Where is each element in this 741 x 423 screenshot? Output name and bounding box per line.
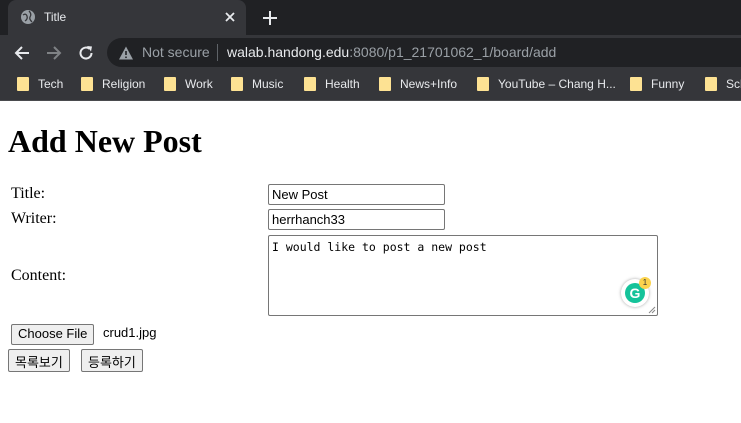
new-tab-icon[interactable] xyxy=(261,9,279,27)
folder-icon xyxy=(304,77,316,91)
resize-handle-icon[interactable] xyxy=(648,306,656,314)
not-secure-label[interactable]: Not secure xyxy=(142,44,210,60)
bookmark-sch[interactable]: Sch xyxy=(705,77,741,91)
bookmark-music[interactable]: Music xyxy=(231,77,283,91)
title-label: Title: xyxy=(11,185,46,202)
bookmarks-bar: Tech Religion Work Music Health News+Inf… xyxy=(0,69,741,101)
back-arrow-icon[interactable] xyxy=(13,44,31,62)
url-host: walab.handong.edu xyxy=(227,44,350,60)
reload-icon[interactable] xyxy=(77,44,95,62)
writer-input[interactable]: herrhanch33 xyxy=(268,209,445,230)
bookmark-health[interactable]: Health xyxy=(304,77,360,91)
bookmark-youtube[interactable]: YouTube – Chang H... xyxy=(477,77,616,91)
bookmark-label: Music xyxy=(252,77,284,91)
address-bar[interactable]: Not secure walab.handong.edu:8080/p1_217… xyxy=(107,38,741,67)
folder-icon xyxy=(477,77,489,91)
bookmark-label: Funny xyxy=(651,77,685,91)
folder-icon xyxy=(17,77,29,91)
browser-tab[interactable]: Title xyxy=(8,0,246,35)
bookmark-work[interactable]: Work xyxy=(164,77,213,91)
tab-title: Title xyxy=(44,10,67,24)
submit-button[interactable]: 등록하기 xyxy=(81,349,143,372)
page-title: Add New Post xyxy=(8,123,202,159)
folder-icon xyxy=(379,77,391,91)
globe-icon xyxy=(21,10,35,24)
bookmark-news-info[interactable]: News+Info xyxy=(379,77,457,91)
close-icon[interactable] xyxy=(222,9,238,25)
folder-icon xyxy=(81,77,93,91)
grammarly-badge: 1 xyxy=(639,277,651,289)
content-label: Content: xyxy=(11,267,67,284)
grammarly-widget[interactable]: G 1 xyxy=(621,277,651,307)
bookmark-label: Work xyxy=(185,77,213,91)
bookmark-label: News+Info xyxy=(400,77,458,91)
browser-toolbar: Not secure walab.handong.edu:8080/p1_217… xyxy=(0,35,741,69)
list-view-button[interactable]: 목록보기 xyxy=(8,349,70,372)
folder-icon xyxy=(164,77,176,91)
folder-icon xyxy=(705,77,717,91)
url-path: :8080/p1_21701062_1/board/add xyxy=(349,44,557,60)
browser-tabbar: Title xyxy=(0,0,741,35)
writer-label: Writer: xyxy=(11,210,57,227)
selected-file-name: crud1.jpg xyxy=(103,325,157,340)
folder-icon xyxy=(231,77,243,91)
bookmark-label: Sch xyxy=(726,77,741,91)
folder-icon xyxy=(630,77,642,91)
forward-arrow-icon[interactable] xyxy=(45,44,63,62)
bookmark-label: Health xyxy=(325,77,360,91)
bookmark-funny[interactable]: Funny xyxy=(630,77,684,91)
bookmark-label: Religion xyxy=(102,77,146,91)
warning-icon[interactable] xyxy=(118,45,134,61)
bookmark-tech[interactable]: Tech xyxy=(17,77,63,91)
choose-file-button[interactable]: Choose File xyxy=(11,324,95,345)
content-textarea[interactable]: I would like to post a new post xyxy=(268,235,658,316)
bookmark-religion[interactable]: Religion xyxy=(81,77,145,91)
content-text: I would like to post a new post xyxy=(272,240,487,254)
bookmark-label: YouTube – Chang H... xyxy=(498,77,616,91)
bookmark-label: Tech xyxy=(38,77,64,91)
omnibox-divider xyxy=(217,44,218,61)
title-input[interactable]: New Post xyxy=(268,184,445,205)
url-text[interactable]: walab.handong.edu:8080/p1_21701062_1/boa… xyxy=(227,44,556,60)
